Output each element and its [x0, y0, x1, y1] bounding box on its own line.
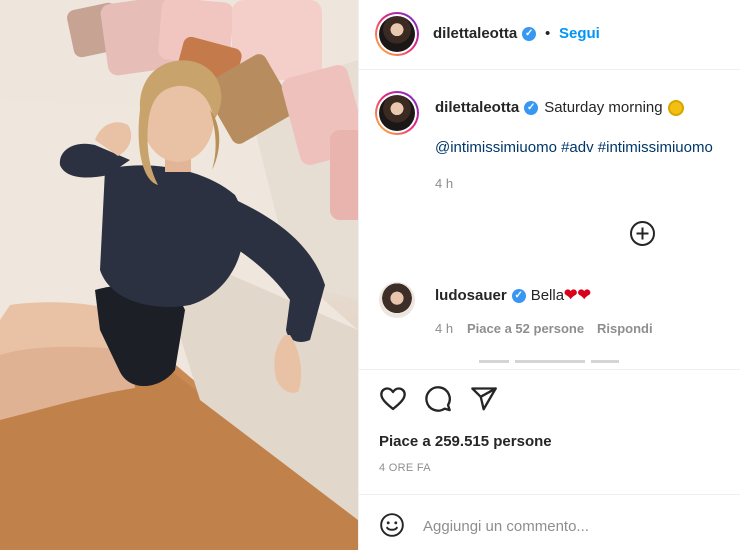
separator-dot: •: [545, 25, 551, 42]
actions-divider: [359, 369, 740, 370]
author-avatar-image: [379, 16, 415, 52]
header-author-name[interactable]: dilettaleotta: [433, 25, 517, 42]
caption-avatar-frame: [377, 93, 417, 133]
faded-line: [591, 360, 619, 363]
plus-circle-icon[interactable]: [629, 220, 656, 247]
caption-text: Saturday morning: [544, 99, 663, 116]
faded-line: [479, 360, 509, 363]
author-avatar-frame: [377, 14, 417, 54]
follow-button[interactable]: Segui: [559, 25, 600, 42]
share-icon[interactable]: [470, 385, 498, 413]
red-heart-emoji: ❤❤: [564, 287, 591, 304]
reply-label: Rispondi: [597, 321, 653, 336]
post-photo-illustration: [0, 0, 358, 550]
comment-author-name[interactable]: ludosauer: [435, 287, 507, 304]
header-author-row: dilettaleotta ✓: [433, 25, 537, 42]
caption-avatar-image: [379, 95, 415, 131]
post-sidebar: dilettaleotta ✓ • Segui dilettaleotta ✓ Sat…: [358, 0, 740, 550]
caption-hashtags[interactable]: @intimissimiuomo #adv #intimissimiuomo: [435, 139, 713, 156]
comment-avatar-image: [379, 282, 415, 318]
caption-time[interactable]: 4 h: [435, 176, 453, 191]
faded-line: [515, 360, 585, 363]
comment-avatar[interactable]: [379, 282, 415, 318]
reply-button[interactable]: Rispondi: [597, 321, 653, 336]
comment-line: ludosauer ✓ Bella❤❤: [435, 285, 591, 305]
caption-verified-badge-icon: ✓: [524, 101, 539, 116]
post-timestamp[interactable]: 4 ORE FA: [379, 462, 431, 474]
post-photo[interactable]: [0, 0, 358, 550]
comment-verified-badge-icon: ✓: [511, 289, 526, 304]
composer-divider: [359, 494, 740, 495]
caption-author-avatar[interactable]: [375, 91, 419, 135]
header-divider: [359, 69, 740, 70]
next-comment-faded: [479, 354, 639, 364]
heart-icon[interactable]: [379, 385, 407, 413]
caption-line: dilettaleotta ✓ Saturday morning: [435, 99, 684, 117]
comment-input[interactable]: [423, 512, 723, 540]
author-avatar[interactable]: [375, 12, 419, 56]
verified-badge-icon: ✓: [522, 27, 537, 42]
caption-author-name[interactable]: dilettaleotta: [435, 99, 519, 116]
comment-likes-count: Piace a 52 persone: [467, 321, 585, 336]
comment-time[interactable]: 4 h: [435, 321, 453, 336]
likes-count[interactable]: Piace a 259.515 persone: [379, 433, 552, 450]
sun-emoji-icon: [667, 100, 684, 117]
emoji-icon[interactable]: [379, 512, 405, 538]
comment-icon[interactable]: [424, 385, 452, 413]
comment-text: Bella: [530, 287, 565, 304]
comment-likes[interactable]: Piace a 52 persone: [467, 321, 584, 336]
